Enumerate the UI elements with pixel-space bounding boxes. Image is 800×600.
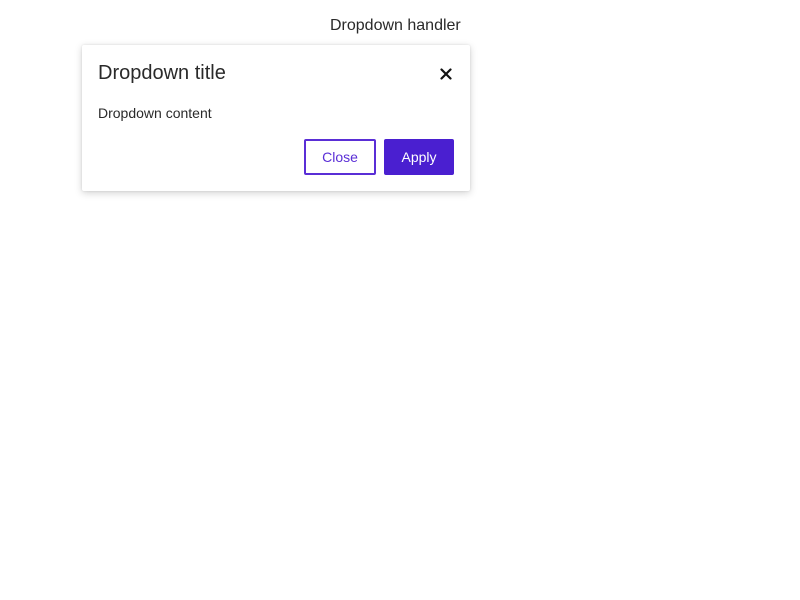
dropdown-title: Dropdown title <box>98 62 226 84</box>
page: Dropdown handler Dropdown title Dropdown… <box>0 0 800 600</box>
dropdown-handler[interactable]: Dropdown handler <box>330 16 461 36</box>
dropdown-panel: Dropdown title Dropdown content Close Ap… <box>82 45 470 191</box>
close-button[interactable]: Close <box>304 139 376 175</box>
close-icon-glyph <box>440 68 452 80</box>
apply-button[interactable]: Apply <box>384 139 454 175</box>
close-icon[interactable] <box>437 65 455 83</box>
dropdown-content: Dropdown content <box>98 105 212 121</box>
